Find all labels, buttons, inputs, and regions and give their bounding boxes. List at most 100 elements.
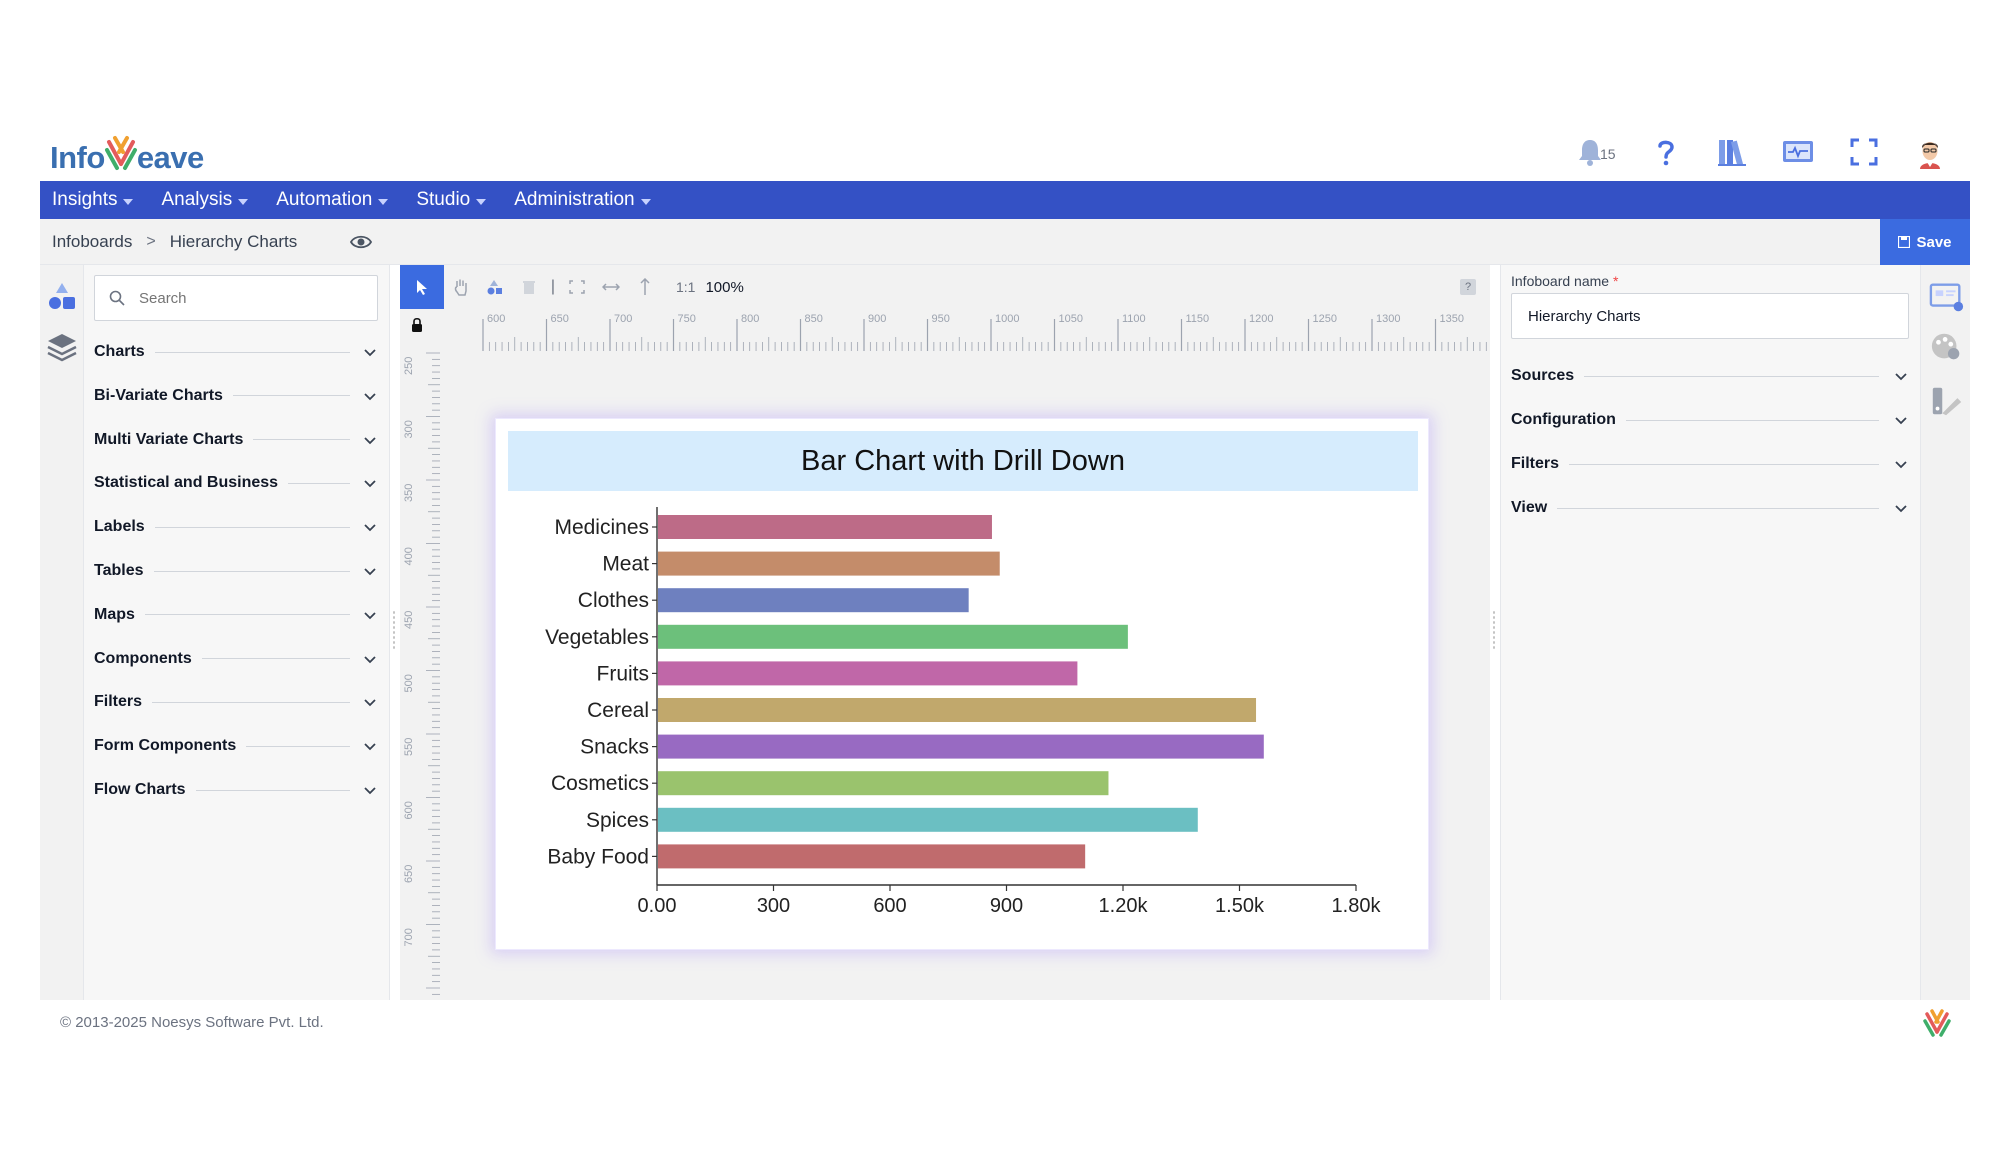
- nav-administration[interactable]: Administration: [514, 189, 651, 211]
- chevron-down-icon: [1895, 461, 1907, 469]
- monitor-button[interactable]: [1778, 132, 1818, 172]
- category-label: Tables: [94, 562, 144, 579]
- property-panel: Infoboard name * Sources Configuration Fil…: [1500, 265, 1920, 1000]
- section-sources[interactable]: Sources: [1511, 361, 1909, 391]
- infoboard-name-label-text: Infoboard name: [1511, 273, 1610, 289]
- category-components[interactable]: Components: [94, 644, 378, 674]
- breadcrumb-infoboards[interactable]: Infoboards: [52, 232, 132, 252]
- fullscreen-button[interactable]: [1844, 132, 1884, 172]
- bar-clothes[interactable]: [658, 588, 969, 613]
- category-statistical-and-business[interactable]: Statistical and Business: [94, 468, 378, 498]
- ruler-label: 650: [551, 313, 569, 325]
- help-icon: [1658, 140, 1674, 166]
- fit-height-tool[interactable]: [628, 265, 662, 309]
- shapes-tool[interactable]: [478, 265, 512, 309]
- bar-medicines[interactable]: [658, 515, 992, 539]
- palette-icon: [1931, 333, 1960, 360]
- ruler-label: 700: [403, 928, 415, 946]
- category-label: Charts: [94, 343, 145, 360]
- lock-icon[interactable]: [410, 317, 424, 333]
- nav-automation[interactable]: Automation: [276, 189, 389, 211]
- ruler-label: 1150: [1186, 313, 1210, 325]
- notifications-button[interactable]: 15: [1570, 132, 1616, 172]
- logo-text-left: Info: [50, 140, 105, 175]
- category-labels[interactable]: Labels: [94, 512, 378, 542]
- zoom-ratio[interactable]: 1:1: [676, 279, 695, 295]
- layers-button[interactable]: [44, 329, 80, 365]
- category-maps[interactable]: Maps: [94, 600, 378, 630]
- caret-down-icon: [640, 198, 651, 205]
- theme-button[interactable]: [1929, 329, 1965, 365]
- ruler-label: 800: [741, 313, 759, 325]
- bar-baby-food[interactable]: [658, 844, 1086, 869]
- nav-label: Analysis: [161, 189, 233, 210]
- save-button[interactable]: Save: [1880, 219, 1970, 265]
- ruler-label: 650: [403, 865, 415, 883]
- nav-studio[interactable]: Studio: [416, 189, 487, 211]
- bar-meat[interactable]: [658, 551, 1000, 576]
- search-input[interactable]: [139, 289, 339, 307]
- ruler-label: 400: [403, 547, 415, 565]
- ruler-label: 700: [614, 313, 632, 325]
- eye-icon[interactable]: [350, 231, 372, 253]
- component-search[interactable]: [94, 275, 378, 321]
- widgets-button[interactable]: [44, 279, 80, 315]
- category-bi-variate-charts[interactable]: Bi-Variate Charts: [94, 381, 378, 411]
- category-multi-variate-charts[interactable]: Multi Variate Charts: [94, 425, 378, 455]
- canvas-help-icon[interactable]: ?: [1460, 279, 1476, 295]
- logo-mark-icon: [104, 136, 137, 170]
- category-charts[interactable]: Charts: [94, 337, 378, 367]
- infoweave-logo[interactable]: Info eave: [50, 128, 204, 176]
- chevron-down-icon: [364, 787, 376, 795]
- chevron-down-icon: [364, 568, 376, 576]
- infoboard-name-input[interactable]: [1511, 293, 1909, 339]
- bar-snacks[interactable]: [658, 734, 1264, 759]
- nav-label: Studio: [416, 189, 471, 210]
- delete-tool[interactable]: [512, 265, 546, 309]
- ruler-label: 550: [403, 738, 415, 756]
- fit-tool[interactable]: [560, 265, 594, 309]
- fit-width-tool[interactable]: [594, 265, 628, 309]
- y-tick-label: Cereal: [587, 699, 649, 722]
- style-button[interactable]: [1929, 383, 1965, 419]
- ruler-label: 1000: [995, 313, 1019, 325]
- section-configuration[interactable]: Configuration: [1511, 405, 1909, 435]
- ruler-label: 350: [403, 484, 415, 502]
- nav-insights[interactable]: Insights: [52, 189, 134, 211]
- category-tables[interactable]: Tables: [94, 556, 378, 586]
- chevron-down-icon: [364, 655, 376, 663]
- board-settings-button[interactable]: [1929, 279, 1965, 315]
- category-form-components[interactable]: Form Components: [94, 731, 378, 761]
- ruler-label: 600: [403, 801, 415, 819]
- x-tick-label: 1.50k: [1215, 895, 1265, 917]
- user-avatar[interactable]: [1910, 132, 1950, 172]
- category-label: Filters: [94, 693, 143, 711]
- bar-spices[interactable]: [658, 807, 1198, 832]
- caret-down-icon: [476, 198, 487, 205]
- ruler-label: 1300: [1376, 313, 1400, 325]
- divider: [1557, 507, 1879, 509]
- footer-logo-icon[interactable]: [1922, 1008, 1952, 1038]
- ruler-label: 450: [403, 611, 415, 629]
- bar-vegetables[interactable]: [658, 624, 1128, 649]
- bar-fruits[interactable]: [658, 661, 1078, 686]
- bar-cereal[interactable]: [658, 698, 1257, 722]
- bar-cosmetics[interactable]: [658, 771, 1109, 796]
- resize-handle[interactable]: [392, 610, 396, 650]
- resize-handle[interactable]: [1492, 610, 1496, 650]
- chart-widget[interactable]: Bar Chart with Drill Down Medicines Meat C…: [495, 418, 1429, 950]
- help-button[interactable]: [1646, 132, 1686, 172]
- category-label: Labels: [94, 518, 145, 536]
- nav-analysis[interactable]: Analysis: [161, 189, 249, 211]
- zoom-value[interactable]: 100%: [705, 279, 743, 296]
- category-flow-charts[interactable]: Flow Charts: [94, 775, 378, 805]
- x-tick-label: 1.80k: [1332, 895, 1382, 917]
- select-tool[interactable]: [400, 265, 444, 309]
- x-tick-label: 900: [990, 895, 1023, 917]
- y-tick-label: Medicines: [554, 516, 649, 539]
- library-button[interactable]: [1712, 132, 1752, 172]
- section-view[interactable]: View: [1511, 493, 1909, 523]
- section-filters[interactable]: Filters: [1511, 449, 1909, 479]
- pan-tool[interactable]: [444, 265, 478, 309]
- category-filters[interactable]: Filters: [94, 687, 378, 717]
